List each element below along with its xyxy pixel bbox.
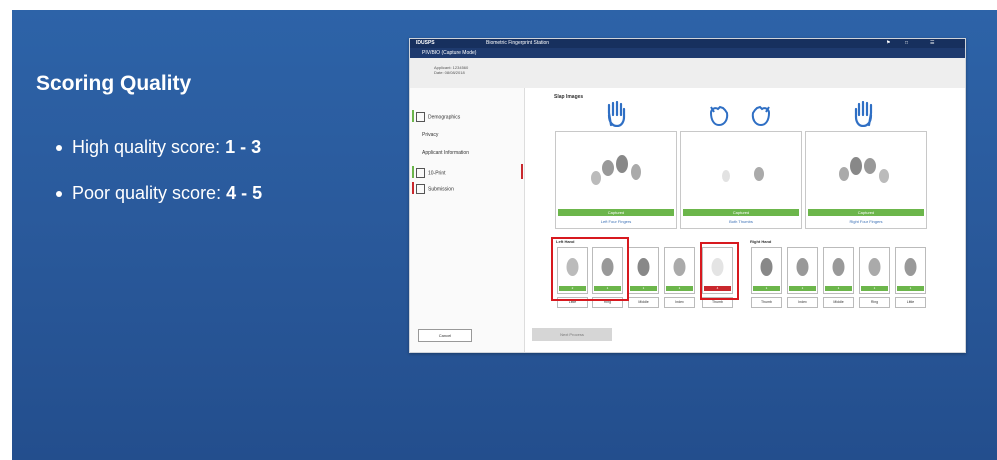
info-strip: [410, 58, 965, 88]
sidebar-item-10-print[interactable]: 10-Print: [412, 166, 446, 178]
sidebar: Demographics Privacy Applicant Informati…: [410, 88, 525, 352]
slap-section-label: Slap Images: [554, 94, 584, 100]
quality-score: 1: [789, 286, 816, 291]
finger-card-little[interactable]: 1: [895, 247, 926, 294]
finger-card-ring[interactable]: 1: [859, 247, 890, 294]
sidebar-item-demographics[interactable]: Demographics: [412, 110, 461, 122]
bullet-label: High quality score:: [72, 137, 221, 157]
quality-score: 1: [861, 286, 888, 291]
capture-status: Captured: [558, 209, 674, 216]
app-header: IDUSPS Biometric Fingerprint Station ⚑ □…: [410, 39, 965, 48]
finger-label[interactable]: Index: [664, 297, 695, 308]
cancel-button[interactable]: Cancel: [418, 329, 472, 342]
app-center-title: Biometric Fingerprint Station: [486, 40, 550, 46]
right-hand-icon: [854, 101, 873, 127]
left-hand-icon: [607, 101, 626, 127]
left-thumb-icon: [709, 105, 729, 127]
fingerprint-image: [673, 258, 686, 276]
slap-left-four[interactable]: Captured Left Four Fingers: [555, 131, 677, 229]
quality-score: 1: [666, 286, 693, 291]
next-process-button[interactable]: Next Process: [532, 328, 612, 341]
active-step-marker: [521, 164, 523, 179]
scanner-icon: [416, 168, 425, 178]
slap-caption[interactable]: Right Four Fingers: [806, 219, 926, 224]
fingerprint-image: [839, 157, 889, 183]
quality-score: 1: [630, 286, 657, 291]
slap-thumbs[interactable]: Captured Both Thumbs: [680, 131, 802, 229]
app-brand: IDUSPS: [416, 40, 435, 46]
sidebar-item-label: Demographics: [428, 114, 461, 121]
fingerprint-image: [591, 155, 641, 185]
finger-card-index[interactable]: 1: [664, 247, 695, 294]
sidebar-item-privacy[interactable]: Privacy: [422, 132, 438, 138]
fingerprint-image: [637, 258, 650, 276]
slap-right-four[interactable]: Captured Right Four Fingers: [805, 131, 927, 229]
menu-icon[interactable]: ☰: [930, 40, 934, 46]
bullet-value: 1 - 3: [225, 137, 262, 157]
slide-title: Scoring Quality: [36, 72, 192, 95]
flag-icon[interactable]: ⚑: [886, 40, 890, 46]
finger-label[interactable]: Ring: [859, 297, 890, 308]
bullet-high-quality: High quality score: 1 - 3: [56, 137, 261, 158]
fingerprint-image: [722, 167, 764, 182]
bullet-dot-icon: [56, 191, 62, 198]
finger-label[interactable]: Index: [787, 297, 818, 308]
finger-label[interactable]: Thumb: [751, 297, 782, 308]
sidebar-item-label: Submission: [428, 186, 454, 193]
pending-indicator: [412, 182, 414, 194]
finger-card-middle[interactable]: 1: [823, 247, 854, 294]
fingerprint-image: [832, 258, 845, 276]
sidebar-item-label: 10-Print: [428, 170, 446, 177]
highlight-poor-score: [700, 242, 739, 300]
applicant-info: Applicant: 1234560 Date: 08/08/2018: [434, 65, 468, 75]
quality-score: 1: [897, 286, 924, 291]
sidebar-item-submission[interactable]: Submission: [412, 182, 454, 194]
highlight-good-scores: [551, 237, 629, 301]
slap-caption[interactable]: Left Four Fingers: [556, 219, 676, 224]
finger-label[interactable]: Middle: [628, 297, 659, 308]
top-strip: [0, 0, 997, 10]
app-screenshot: IDUSPS Biometric Fingerprint Station ⚑ □…: [409, 38, 966, 353]
finger-label[interactable]: Little: [895, 297, 926, 308]
right-hand-label: Right Hand: [750, 239, 772, 244]
complete-indicator: [412, 110, 414, 122]
sidebar-item-applicant-information[interactable]: Applicant Information: [422, 150, 469, 156]
app-subtitle: PIV/BIO (Capture Mode): [422, 50, 477, 56]
right-thumb-icon: [751, 105, 771, 127]
capture-status: Captured: [683, 209, 799, 216]
applicant-date: Date: 08/08/2018: [434, 70, 465, 75]
fingerprint-image: [868, 258, 881, 276]
bullet-poor-quality: Poor quality score: 4 - 5: [56, 183, 262, 204]
app-subheader: PIV/BIO (Capture Mode): [410, 48, 965, 58]
quality-score: 1: [753, 286, 780, 291]
finger-label[interactable]: Middle: [823, 297, 854, 308]
fingerprint-image: [904, 258, 917, 276]
sidebar-item-label: Applicant Information: [422, 150, 469, 156]
window-icon[interactable]: □: [905, 40, 908, 46]
bullet-dot-icon: [56, 145, 62, 152]
complete-indicator: [412, 166, 414, 178]
quality-score: 1: [825, 286, 852, 291]
bullet-label: Poor quality score:: [72, 183, 222, 203]
finger-card-thumb[interactable]: 1: [751, 247, 782, 294]
submit-icon: [416, 184, 425, 194]
fingerprint-image: [796, 258, 809, 276]
slap-caption[interactable]: Both Thumbs: [681, 219, 801, 224]
finger-card-index[interactable]: 1: [787, 247, 818, 294]
fingerprint-image: [760, 258, 773, 276]
sidebar-item-label: Privacy: [422, 132, 439, 138]
bullet-value: 4 - 5: [226, 183, 263, 203]
finger-card-middle[interactable]: 1: [628, 247, 659, 294]
document-icon: [416, 112, 425, 122]
capture-status: Captured: [808, 209, 924, 216]
